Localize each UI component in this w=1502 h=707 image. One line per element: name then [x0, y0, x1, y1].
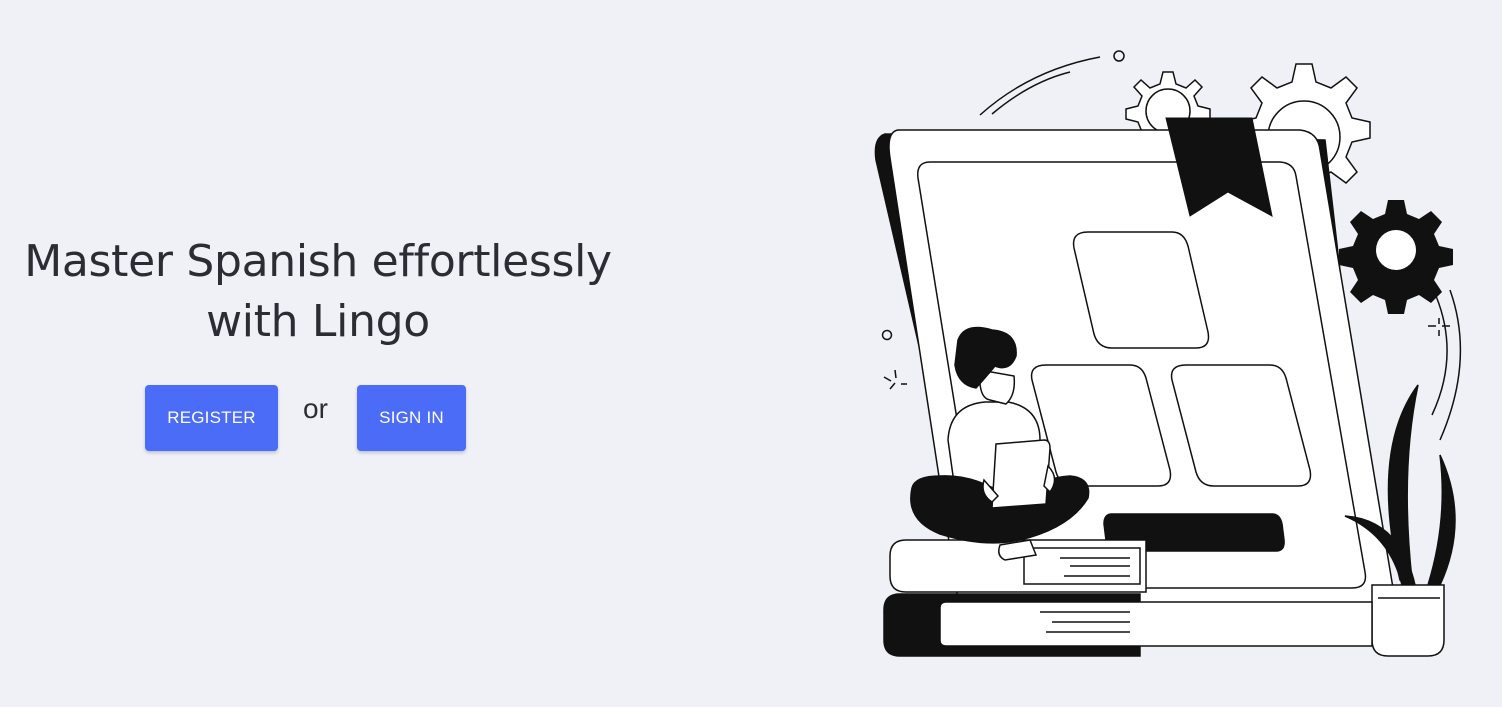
gear-icon: [1339, 200, 1453, 314]
auth-actions: REGISTER or SIGN IN: [145, 385, 475, 451]
page-title: Master Spanish effortlessly with Lingo: [0, 232, 636, 352]
hero-section: Master Spanish effortlessly with Lingo: [0, 232, 636, 352]
sign-in-button[interactable]: SIGN IN: [357, 385, 466, 451]
hero-illustration: [874, 50, 1462, 657]
headline-line-2: with Lingo: [206, 296, 430, 347]
or-separator: or: [303, 393, 328, 424]
register-button[interactable]: REGISTER: [145, 385, 278, 451]
headline-line-1: Master Spanish effortlessly: [24, 236, 612, 287]
landing-page: Master Spanish effortlessly with Lingo R…: [0, 0, 1502, 707]
